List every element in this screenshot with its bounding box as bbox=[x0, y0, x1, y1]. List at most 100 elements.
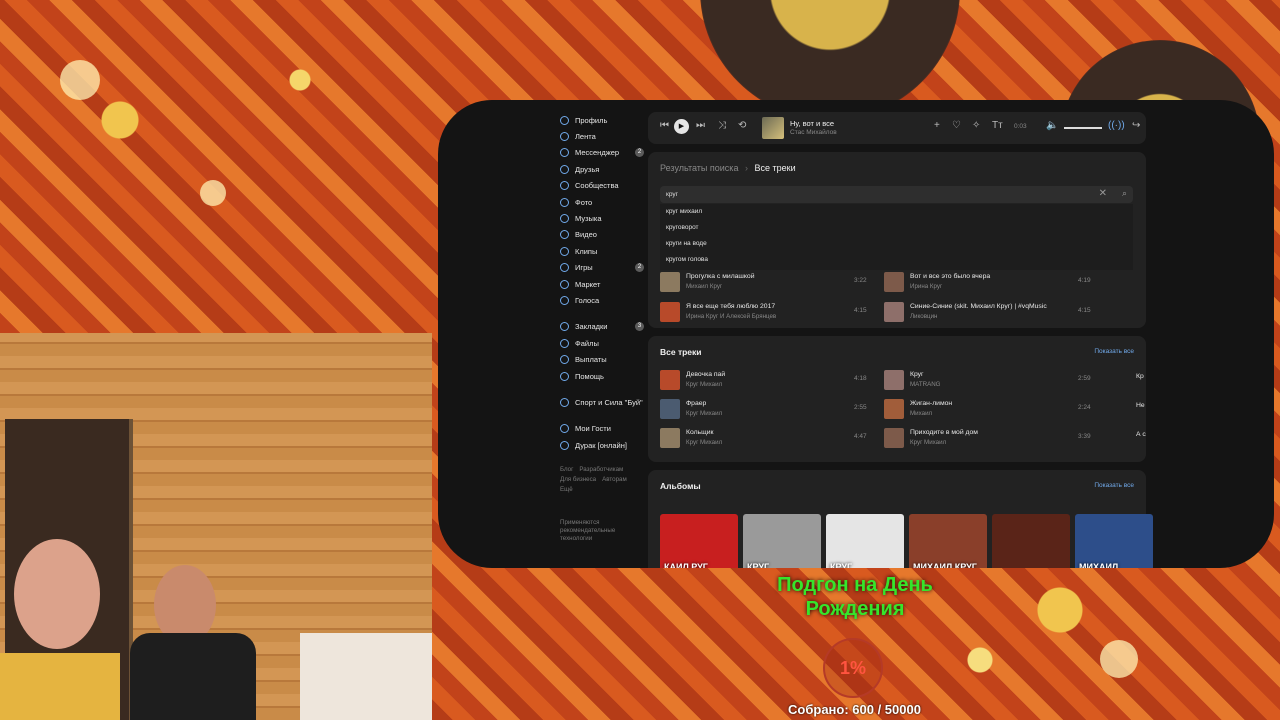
track-row[interactable]: Девочка пай Круг Михаил 4:18 bbox=[660, 368, 872, 390]
search-track-row[interactable]: Прогулка с милашкой Михаил Круг 3:22 bbox=[660, 270, 872, 292]
suggestion-item[interactable]: круги на воде bbox=[660, 236, 1133, 252]
sidebar-game-0[interactable]: Мои Гости bbox=[560, 421, 644, 437]
footer-link[interactable]: Ещё bbox=[560, 485, 573, 495]
track-title[interactable]: Круг bbox=[910, 371, 924, 378]
sidebar-item-5[interactable]: Фото bbox=[560, 194, 644, 210]
track-artist[interactable]: Михаил Круг bbox=[686, 283, 722, 290]
volume-icon[interactable]: 🔈 bbox=[1046, 120, 1058, 131]
track-artist[interactable]: Михаил bbox=[910, 410, 932, 417]
track-artist[interactable]: MATRANG bbox=[910, 381, 940, 388]
track-title[interactable]: Я все еще тебя люблю 2017 bbox=[686, 303, 775, 310]
sidebar-item-4[interactable]: Сообщества bbox=[560, 178, 644, 194]
search-track-row[interactable]: Синие-Синие (skit. Михаил Круг) | #vqMus… bbox=[884, 300, 1096, 322]
sidebar-item-9[interactable]: Игры 2 bbox=[560, 260, 644, 276]
paint-splash bbox=[1100, 640, 1138, 678]
now-playing-title[interactable]: Ну, вот и все bbox=[790, 119, 834, 128]
volume-slider[interactable] bbox=[1064, 127, 1102, 129]
track-row[interactable]: Кольщик Круг Михаил 4:47 bbox=[660, 426, 872, 448]
nav-label: Фото bbox=[575, 197, 593, 207]
suggestion-item[interactable]: круг михаил bbox=[660, 204, 1133, 220]
sidebar-item-8[interactable]: Клипы bbox=[560, 243, 644, 259]
suggestion-item[interactable]: круговорот bbox=[660, 220, 1133, 236]
breadcrumb-parent[interactable]: Результаты поиска bbox=[660, 163, 738, 173]
footer-link[interactable]: Разработчикам bbox=[579, 465, 623, 475]
track-title[interactable]: Кольщик bbox=[686, 429, 713, 436]
sidebar-item-11[interactable]: Голоса bbox=[560, 292, 644, 308]
track-title[interactable]: Девочка пай bbox=[686, 371, 725, 378]
search-icon[interactable]: ⌕ bbox=[1122, 188, 1127, 199]
show-all-tracks-link[interactable]: Показать все bbox=[1094, 348, 1134, 355]
prev-icon[interactable]: ⏮ bbox=[660, 120, 669, 131]
sidebar: Профиль Лента Мессенджер 2 Друзья Сообщества Ф… bbox=[560, 112, 644, 543]
album-cover[interactable]: КАИЛ РУГ bbox=[660, 514, 738, 568]
share-icon[interactable]: ↪ bbox=[1132, 120, 1140, 131]
track-title[interactable]: Приходите в мой дом bbox=[910, 429, 978, 436]
track-cover bbox=[884, 302, 904, 322]
track-row[interactable]: Круг MATRANG 2:59 bbox=[884, 368, 1096, 390]
search-track-row[interactable]: Вот и все это было вчера Ирина Круг 4:19 bbox=[884, 270, 1096, 292]
truncated-track-title[interactable]: Кр bbox=[1136, 373, 1144, 380]
album-title: КРУГ bbox=[747, 562, 770, 568]
dislike-icon[interactable]: ♡ bbox=[952, 120, 961, 131]
footer-link[interactable]: Авторам bbox=[602, 475, 627, 485]
track-artist[interactable]: Круг Михаил bbox=[910, 439, 946, 446]
sidebar-community[interactable]: Спорт и Сила "Буй" bbox=[560, 394, 644, 410]
all-tracks-section: Все треки Показать все Девочка пай Круг М… bbox=[648, 336, 1146, 462]
album-cover[interactable]: МИХАИЛ bbox=[1075, 514, 1153, 568]
track-title[interactable]: Фраер bbox=[686, 400, 706, 407]
albums-section: Альбомы Показать все КАИЛ РУГ КРУГ КРУГ МИХ… bbox=[648, 470, 1153, 568]
truncated-track-title[interactable]: А с bbox=[1136, 431, 1146, 438]
sparkle-icon[interactable]: ✧ bbox=[972, 120, 980, 131]
sidebar-game-1[interactable]: Дурак [онлайн] bbox=[560, 437, 644, 453]
album-cover[interactable]: КРУГ bbox=[743, 514, 821, 568]
sidebar-item-2[interactable]: Мессенджер 2 bbox=[560, 145, 644, 161]
album-cover[interactable]: МИХАИЛ КРУГ bbox=[909, 514, 987, 568]
sidebar-item2-3[interactable]: Помощь bbox=[560, 368, 644, 384]
track-duration: 4:19 bbox=[1078, 277, 1091, 284]
add-icon[interactable]: + bbox=[934, 120, 940, 131]
now-playing-artist[interactable]: Стас Михайлов bbox=[790, 129, 837, 136]
album-title: КРУГ bbox=[830, 562, 853, 568]
suggestion-item[interactable]: кругом голова bbox=[660, 252, 1133, 268]
track-artist[interactable]: Ликовцин bbox=[910, 313, 937, 320]
sidebar-item-0[interactable]: Профиль bbox=[560, 112, 644, 128]
album-cover[interactable]: КРУГ bbox=[826, 514, 904, 568]
clear-icon[interactable]: ✕ bbox=[1099, 188, 1107, 199]
search-track-row[interactable]: Я все еще тебя люблю 2017 Ирина Круг И Ал… bbox=[660, 300, 872, 322]
track-artist[interactable]: Круг Михаил bbox=[686, 439, 722, 446]
nav-label: Файлы bbox=[575, 338, 599, 348]
repeat-icon[interactable]: ⟲ bbox=[738, 120, 746, 131]
track-duration: 2:55 bbox=[854, 404, 867, 411]
track-title[interactable]: Прогулка с милашкой bbox=[686, 273, 755, 280]
sidebar-item-7[interactable]: Видео bbox=[560, 227, 644, 243]
sidebar-item-6[interactable]: Музыка bbox=[560, 210, 644, 226]
sidebar-item2-0[interactable]: Закладки 3 bbox=[560, 319, 644, 335]
sidebar-item-3[interactable]: Друзья bbox=[560, 161, 644, 177]
next-icon[interactable]: ⏭ bbox=[696, 120, 705, 131]
sidebar-item-10[interactable]: Маркет bbox=[560, 276, 644, 292]
show-all-albums-link[interactable]: Показать все bbox=[1094, 482, 1134, 489]
shuffle-icon[interactable]: ⤨ bbox=[718, 120, 726, 131]
track-row[interactable]: Приходите в мой дом Круг Михаил 3:39 bbox=[884, 426, 1096, 448]
play-button[interactable]: ▶ bbox=[674, 119, 689, 134]
truncated-track-title[interactable]: Не bbox=[1136, 402, 1145, 409]
track-artist[interactable]: Ирина Круг И Алексей Брянцев bbox=[686, 313, 776, 320]
track-artist[interactable]: Круг Михаил bbox=[686, 410, 722, 417]
track-title[interactable]: Жиган-лимон bbox=[910, 400, 952, 407]
track-artist[interactable]: Ирина Круг bbox=[910, 283, 942, 290]
sidebar-item2-1[interactable]: Файлы bbox=[560, 335, 644, 351]
search-input[interactable] bbox=[666, 188, 1066, 201]
track-row[interactable]: Фраер Круг Михаил 2:55 bbox=[660, 397, 872, 419]
album-cover[interactable] bbox=[992, 514, 1070, 568]
footer-link[interactable]: Для бизнеса bbox=[560, 475, 596, 485]
track-title[interactable]: Синие-Синие (skit. Михаил Круг) | #vqMus… bbox=[910, 303, 1047, 310]
lyrics-icon[interactable]: Tт bbox=[992, 120, 1003, 131]
track-duration: 3:22 bbox=[854, 277, 867, 284]
track-artist[interactable]: Круг Михаил bbox=[686, 381, 722, 388]
track-row[interactable]: Жиган-лимон Михаил 2:24 bbox=[884, 397, 1096, 419]
broadcast-icon[interactable]: ((·)) bbox=[1108, 120, 1125, 131]
sidebar-item2-2[interactable]: Выплаты bbox=[560, 351, 644, 367]
track-title[interactable]: Вот и все это было вчера bbox=[910, 273, 990, 280]
sidebar-item-1[interactable]: Лента bbox=[560, 128, 644, 144]
footer-link[interactable]: Блог bbox=[560, 465, 573, 475]
